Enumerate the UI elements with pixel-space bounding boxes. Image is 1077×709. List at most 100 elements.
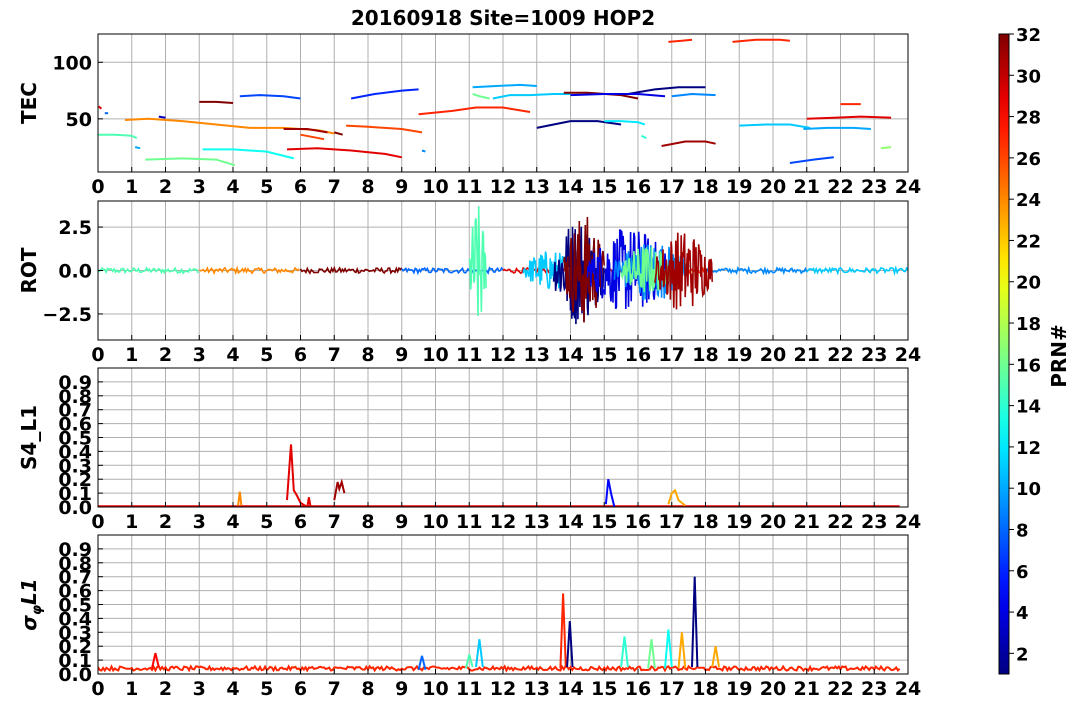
colorbar-tick-label: 28: [1016, 108, 1041, 129]
x-tick-label: 14: [557, 511, 583, 533]
x-tick-label: 13: [524, 176, 550, 198]
x-tick-label: 16: [625, 176, 651, 198]
x-tick-label: 1: [125, 511, 138, 533]
x-tick-label: 5: [260, 176, 273, 198]
colorbar-tick-label: 2: [1016, 644, 1029, 665]
panel-4: 0 1 2 3 4 5 6 7 8 9 10 11 12 13 14 15 16 17 18 19 20 21 22 23 24…: [17, 534, 921, 700]
x-tick-label: 6: [294, 678, 307, 700]
x-tick-label: 16: [625, 678, 651, 700]
colorbar-tick-label: 8: [1016, 520, 1029, 541]
x-tick-label: 17: [659, 176, 685, 198]
panel-3: 0 1 2 3 4 5 6 7 8 9 10 11 12 13 14 15 16 17 18 19 20 21 22 23 24…: [17, 367, 921, 533]
x-tick-label: 23: [861, 511, 887, 533]
series-prn-14: [620, 636, 629, 668]
x-tick-label: 22: [827, 678, 853, 700]
series-prn-15: [98, 133, 138, 140]
series-prn-24: [124, 117, 335, 135]
x-tick-label: 22: [827, 344, 853, 366]
y-tick-label: 50: [66, 109, 92, 131]
rot-baseline: [98, 266, 199, 275]
series-prn-31: [661, 140, 716, 147]
x-tick-label: 17: [659, 511, 685, 533]
x-tick-label: 11: [456, 511, 482, 533]
x-tick-label: 4: [226, 678, 239, 700]
x-tick-label: 1: [125, 344, 138, 366]
x-tick-label: 10: [422, 344, 448, 366]
x-tick-label: 24: [895, 344, 921, 366]
series-prn-9: [671, 92, 716, 98]
x-tick-label: 11: [456, 344, 482, 366]
series-prn-23: [711, 646, 720, 668]
x-tick-label: 21: [794, 176, 820, 198]
x-tick-label: 5: [260, 511, 273, 533]
rot-burst-prn-15: [468, 206, 487, 317]
series-prn-28: [151, 652, 160, 669]
x-tick-label: 24: [895, 678, 921, 700]
x-tick-label: 19: [726, 511, 752, 533]
series-prn-11: [739, 123, 811, 129]
colorbar-tick-label: 12: [1016, 438, 1041, 459]
x-tick-label: 11: [456, 678, 482, 700]
x-tick-label: 0: [91, 511, 104, 533]
x-tick-label: 23: [861, 176, 887, 198]
data-layer: [98, 444, 900, 507]
x-tick-label: 18: [692, 511, 718, 533]
x-tick-label: 24: [895, 511, 921, 533]
x-tick-label: 8: [361, 511, 374, 533]
y-tick-label: 100: [52, 52, 92, 74]
baseline-series: [98, 664, 901, 673]
x-tick-label: 7: [328, 176, 341, 198]
x-tick-label: 6: [294, 176, 307, 198]
x-tick-label: 12: [490, 176, 516, 198]
series-prn-31: [283, 128, 328, 134]
x-tick-label: 0: [91, 344, 104, 366]
x-tick-label: 9: [395, 678, 408, 700]
series-prn-10: [134, 146, 141, 150]
x-tick-label: 14: [557, 176, 583, 198]
series-prn-32: [199, 100, 234, 104]
x-tick-label: 20: [760, 511, 786, 533]
y-tick-label: 2.5: [58, 217, 92, 239]
series-prn-31: [333, 478, 346, 501]
y-axis-label: σφL1: [17, 578, 45, 630]
series-prn-7: [239, 94, 301, 100]
x-tick-label: 7: [328, 511, 341, 533]
x-tick-label: 4: [226, 176, 239, 198]
y-tick-label: −2.5: [42, 304, 92, 326]
x-tick-label: 21: [794, 511, 820, 533]
x-tick-label: 10: [422, 176, 448, 198]
colorbar: [998, 33, 1010, 675]
series-prn-13: [664, 629, 673, 669]
x-tick-label: 18: [692, 176, 718, 198]
data-layer: [98, 38, 892, 167]
x-tick-label: 2: [159, 511, 172, 533]
y-tick-label: 0.9: [58, 539, 92, 561]
x-tick-label: 18: [692, 344, 718, 366]
series-prn-17: [880, 146, 892, 150]
colorbar-tick-label: 6: [1016, 562, 1029, 583]
series-prn-11: [475, 639, 484, 668]
x-tick-label: 22: [827, 176, 853, 198]
colorbar-tick-label: 18: [1016, 314, 1041, 335]
x-tick-label: 13: [524, 678, 550, 700]
grid: [97, 535, 909, 675]
x-tick-label: 16: [625, 344, 651, 366]
x-tick-label: 1: [125, 678, 138, 700]
series-prn-10: [472, 83, 537, 89]
x-tick-label: 7: [328, 344, 341, 366]
x-tick-label: 3: [193, 176, 206, 198]
y-tick-label: 0.9: [58, 372, 92, 394]
series-prn-29: [286, 147, 402, 159]
colorbar-tick-label: 20: [1016, 273, 1041, 294]
x-tick-label: 20: [760, 344, 786, 366]
series-prn-23: [667, 488, 686, 507]
colorbar-tick-label: 24: [1016, 190, 1041, 211]
x-tick-label: 4: [226, 344, 239, 366]
x-tick-label: 21: [794, 678, 820, 700]
x-tick-label: 9: [395, 511, 408, 533]
colorbar-tick-label: 32: [1016, 25, 1041, 46]
x-tick-label: 15: [591, 344, 617, 366]
x-tick-label: 8: [361, 176, 374, 198]
x-tick-label: 9: [395, 344, 408, 366]
series-prn-32: [334, 131, 343, 136]
